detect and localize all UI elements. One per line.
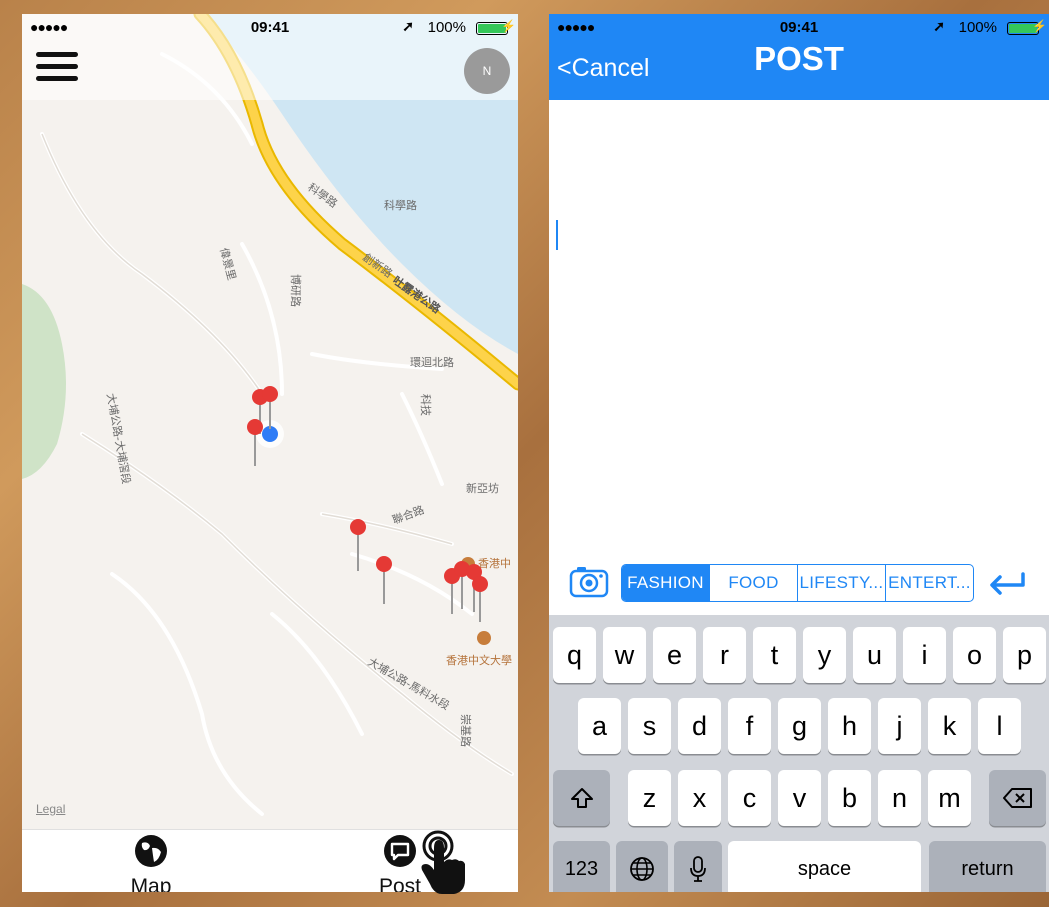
map-label: 科學路 — [384, 198, 417, 212]
map-label: 博研路 — [289, 274, 302, 307]
key-u[interactable]: u — [853, 627, 896, 683]
status-bar: ●●●●● 09:41 ➚ 100% ⚡ — [22, 14, 518, 42]
return-key[interactable]: return — [929, 841, 1046, 892]
post-text-input[interactable] — [549, 100, 1049, 555]
backspace-icon — [1002, 788, 1032, 808]
map-label: 環迴北路 — [410, 355, 454, 369]
key-s[interactable]: s — [628, 698, 671, 754]
shift-key[interactable] — [553, 770, 610, 826]
key-l[interactable]: l — [978, 698, 1021, 754]
category-lifestyle[interactable]: LIFESTY... — [798, 565, 886, 601]
map-label: 香港中文大學 — [446, 653, 512, 667]
globe-icon — [630, 857, 654, 881]
key-c[interactable]: c — [728, 770, 771, 826]
camera-icon[interactable] — [569, 564, 609, 598]
key-m[interactable]: m — [928, 770, 971, 826]
key-b[interactable]: b — [828, 770, 871, 826]
key-p[interactable]: p — [1003, 627, 1046, 683]
compass-icon[interactable]: N — [464, 48, 510, 94]
tab-map[interactable]: Map — [122, 834, 180, 892]
location-arrow-icon: ➚ — [933, 18, 945, 34]
map-label: 科技 — [419, 394, 433, 416]
battery-percent: 100% — [427, 19, 466, 36]
text-caret — [556, 220, 558, 250]
post-screen: ●●●●● 09:41 ➚ 100% ⚡ <Cancel POST FASHIO… — [549, 14, 1049, 892]
map-label: 崇基路 — [459, 714, 472, 747]
map-screen: 科學路 科學路 創新路 吐露港公路 博研路 偉景里 環迴北路 大埔公路-大埔滘段… — [22, 14, 518, 892]
category-food[interactable]: FOOD — [710, 565, 798, 601]
key-t[interactable]: t — [753, 627, 796, 683]
map-view[interactable]: 科學路 科學路 創新路 吐露港公路 博研路 偉景里 環迴北路 大埔公路-大埔滘段… — [22, 14, 518, 829]
university-poi-icon — [477, 631, 491, 645]
key-h[interactable]: h — [828, 698, 871, 754]
menu-icon[interactable] — [36, 52, 78, 84]
battery-percent: 100% — [958, 19, 997, 36]
post-toolbar: FASHION FOOD LIFESTY... ENTERT... — [549, 555, 1049, 615]
charging-icon: ⚡ — [1032, 19, 1047, 33]
compass-label: N — [482, 64, 492, 78]
microphone-icon — [690, 856, 706, 882]
globe-icon — [135, 835, 167, 867]
category-entertainment[interactable]: ENTERT... — [886, 565, 973, 601]
dictation-key[interactable] — [674, 841, 722, 892]
charging-icon: ⚡ — [501, 19, 516, 33]
status-bar: ●●●●● 09:41 ➚ 100% ⚡ — [549, 14, 1049, 42]
numbers-key[interactable]: 123 — [553, 841, 610, 892]
map-label: 新亞坊 — [466, 481, 499, 495]
key-v[interactable]: v — [778, 770, 821, 826]
legal-link[interactable]: Legal — [36, 802, 65, 816]
key-f[interactable]: f — [728, 698, 771, 754]
key-x[interactable]: x — [678, 770, 721, 826]
key-d[interactable]: d — [678, 698, 721, 754]
category-fashion[interactable]: FASHION — [622, 565, 710, 601]
key-z[interactable]: z — [628, 770, 671, 826]
space-key[interactable]: space — [728, 841, 921, 892]
shift-arrow-icon — [570, 788, 593, 808]
location-arrow-icon: ➚ — [402, 18, 414, 34]
key-n[interactable]: n — [878, 770, 921, 826]
tab-map-label: Map — [130, 875, 172, 892]
tap-hand-icon — [421, 830, 465, 894]
key-j[interactable]: j — [878, 698, 921, 754]
key-o[interactable]: o — [953, 627, 996, 683]
key-e[interactable]: e — [653, 627, 696, 683]
key-g[interactable]: g — [778, 698, 821, 754]
backspace-key[interactable] — [989, 770, 1046, 826]
globe-key[interactable] — [616, 841, 668, 892]
key-q[interactable]: q — [553, 627, 596, 683]
key-a[interactable]: a — [578, 698, 621, 754]
key-r[interactable]: r — [703, 627, 746, 683]
key-w[interactable]: w — [603, 627, 646, 683]
submit-return-icon[interactable] — [987, 571, 1027, 597]
category-segmented-control: FASHION FOOD LIFESTY... ENTERT... — [621, 564, 974, 602]
key-y[interactable]: y — [803, 627, 846, 683]
nav-bar: ●●●●● 09:41 ➚ 100% ⚡ <Cancel POST — [549, 14, 1049, 100]
map-label: 香港中 — [478, 557, 511, 570]
key-k[interactable]: k — [928, 698, 971, 754]
key-i[interactable]: i — [903, 627, 946, 683]
keyboard: q w e r t y u i o p a s d f g h j k l z … — [549, 615, 1049, 892]
page-title: POST — [754, 40, 844, 77]
